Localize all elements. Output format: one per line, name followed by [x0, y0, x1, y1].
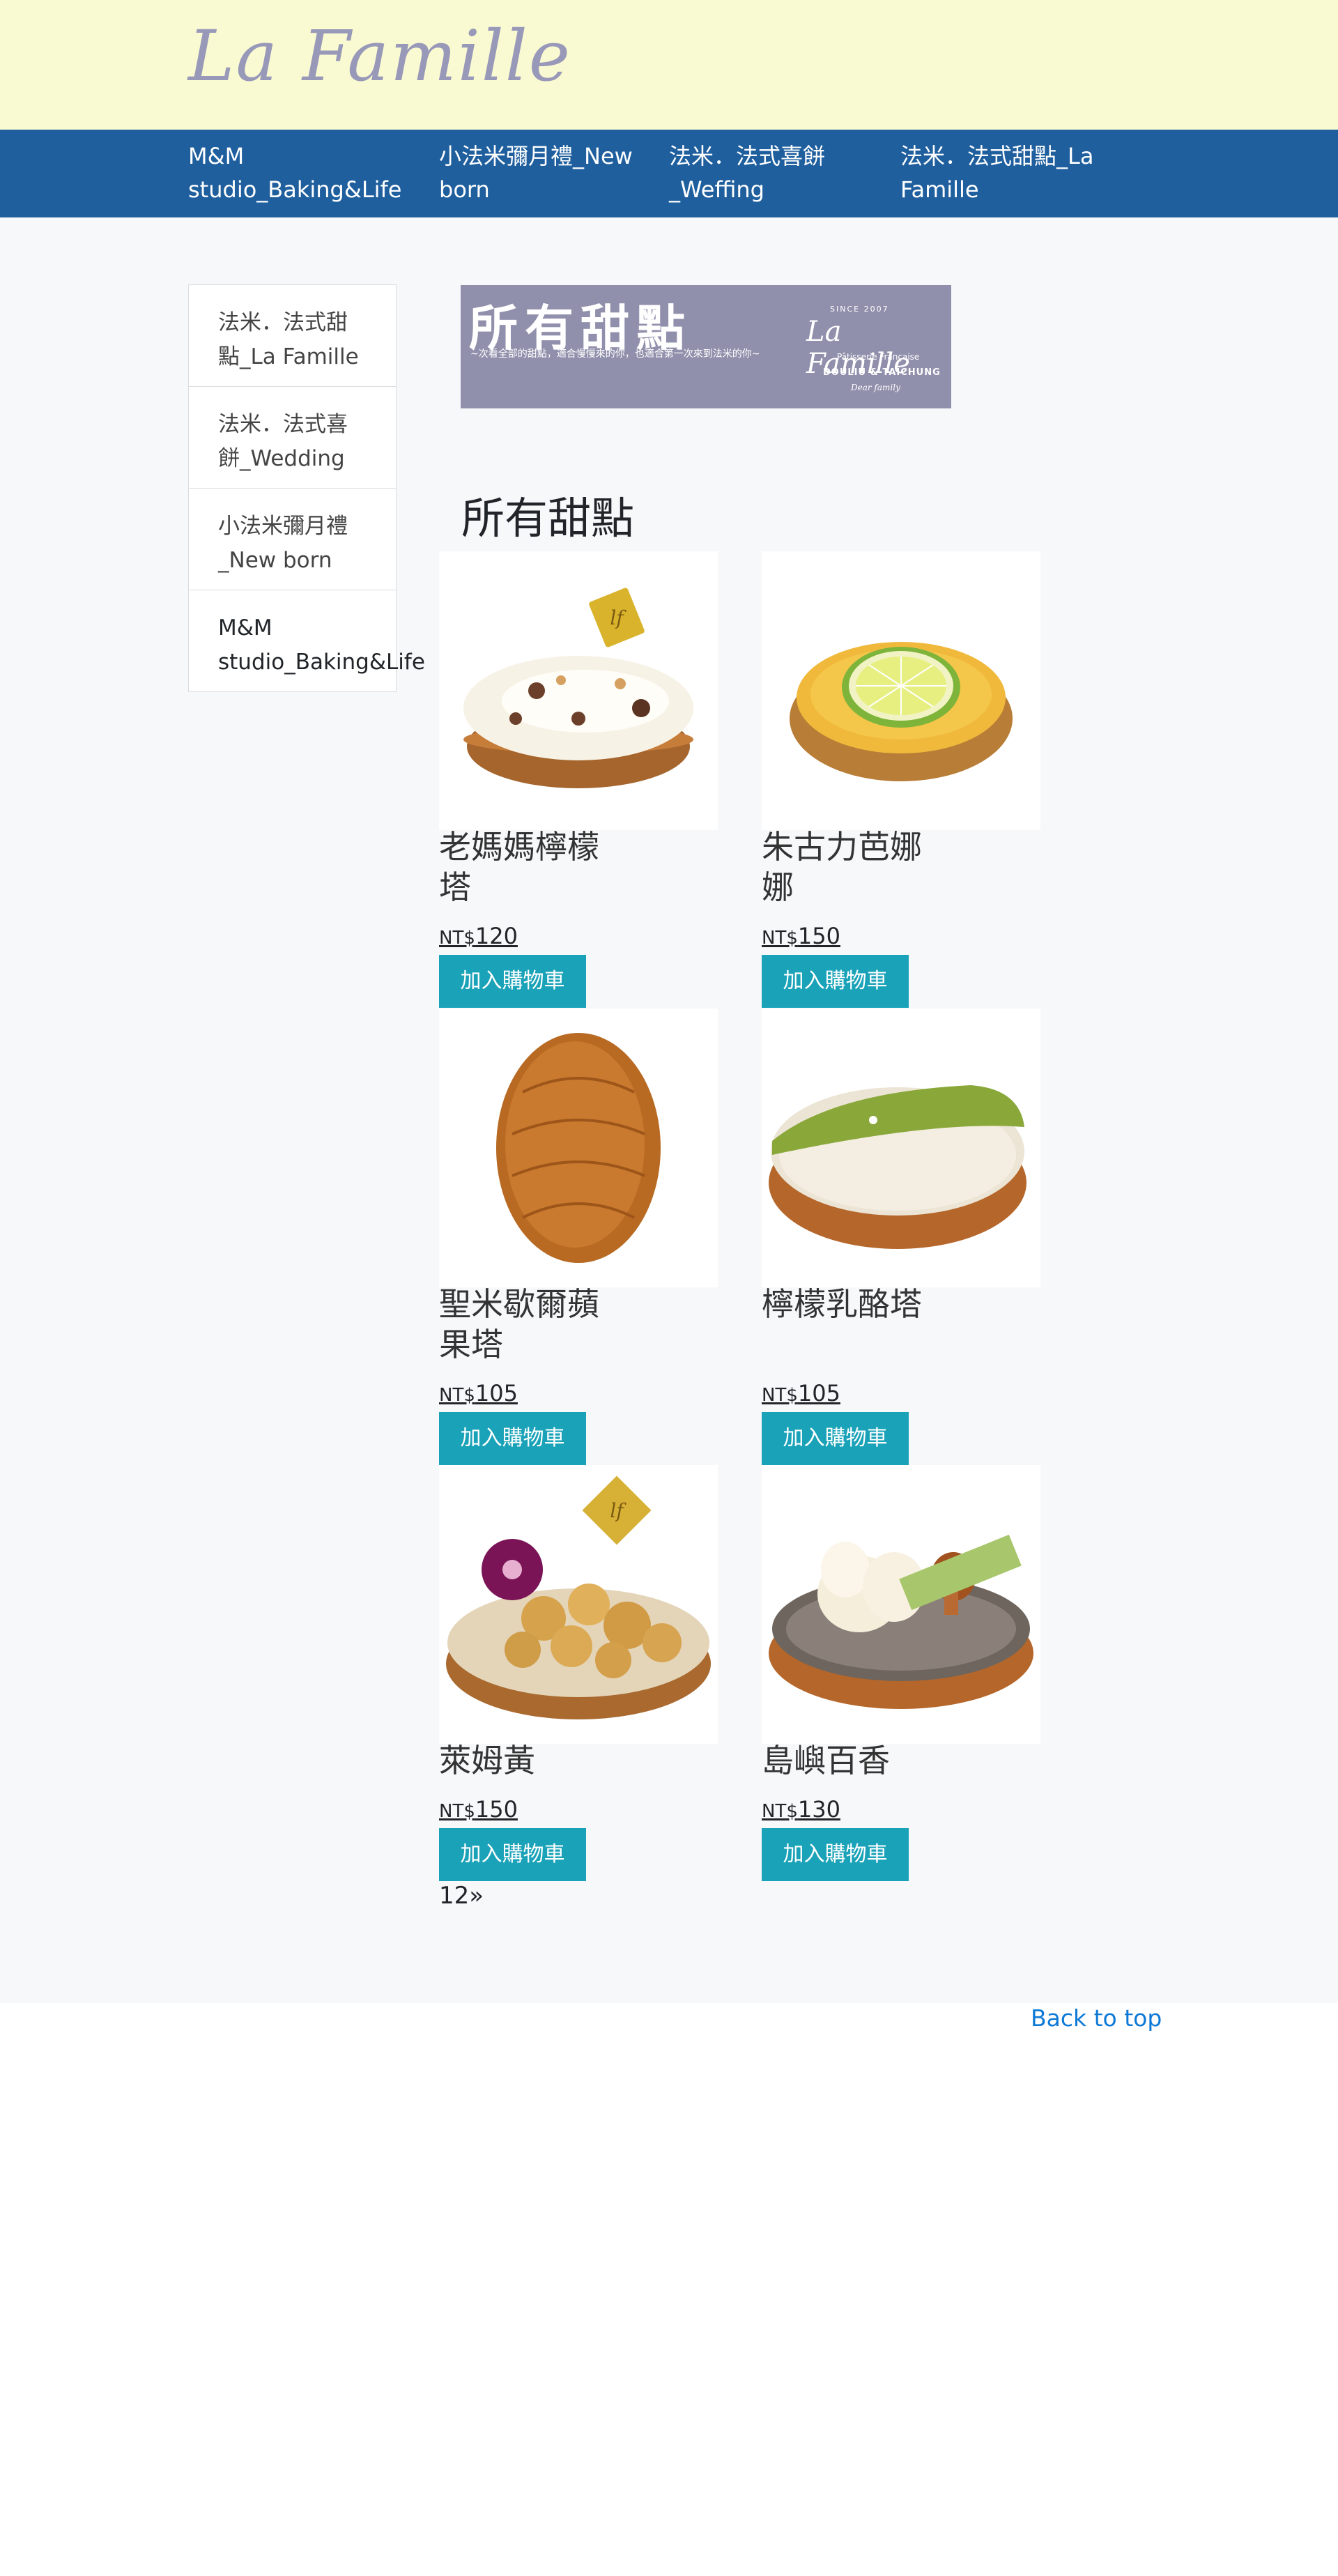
product-card: 聖米歇爾蘋果塔 NT$105 加入購物車 [439, 1009, 718, 1469]
add-to-cart-button[interactable]: 加入購物車 [439, 955, 586, 1008]
product-image[interactable]: lf [439, 551, 718, 830]
product-name[interactable]: 聖米歇爾蘋果塔 [439, 1284, 613, 1365]
currency-label: NT$ [439, 1385, 475, 1406]
price-value: 130 [797, 1796, 840, 1823]
product-name[interactable]: 檸檬乳酪塔 [762, 1284, 936, 1324]
add-to-cart-button[interactable]: 加入購物車 [439, 1412, 586, 1465]
price-value: 150 [475, 1796, 518, 1823]
site-logo[interactable]: La Famille [188, 15, 571, 97]
nav-item-new-born[interactable]: 小法米彌月禮_New born [439, 139, 648, 206]
price-value: 120 [475, 923, 518, 949]
product-image[interactable]: lf [439, 1465, 718, 1744]
nav-item-mm-studio[interactable]: M&M studio_Baking&Life [188, 139, 411, 206]
product-card: 檸檬乳酪塔 NT$105 加入購物車 [762, 1009, 1040, 1469]
product-card: 朱古力芭娜娜 NT$150 加入購物車 [762, 551, 1040, 1011]
add-to-cart-button[interactable]: 加入購物車 [762, 955, 909, 1008]
product-price: NT$105 [762, 1380, 840, 1406]
product-card: lf 萊姆黃 NT$150 加入購物車 [439, 1465, 718, 1883]
product-name[interactable]: 萊姆黃 [439, 1740, 613, 1781]
add-to-cart-button[interactable]: 加入購物車 [762, 1828, 909, 1881]
product-image[interactable] [439, 1009, 718, 1287]
banner-dear: Dear family [851, 383, 900, 392]
currency-label: NT$ [439, 928, 475, 949]
product-price: NT$150 [439, 1796, 518, 1823]
sidebar-item-mm-studio[interactable]: M&M studio_Baking&Life [188, 590, 425, 692]
product-price: NT$120 [439, 923, 518, 949]
pagination[interactable]: 12» [439, 1882, 484, 1910]
banner-patisserie: Pâtisserie Française [837, 352, 920, 362]
section-title: 所有甜點 [461, 493, 635, 544]
price-value: 105 [797, 1380, 840, 1406]
main-navbar: M&M studio_Baking&Life 小法米彌月禮_New born 法… [0, 130, 1338, 217]
product-image[interactable] [762, 551, 1040, 830]
back-to-top-link[interactable]: Back to top [1031, 2004, 1162, 2032]
product-name[interactable]: 朱古力芭娜娜 [762, 827, 936, 907]
product-card: 島嶼百香 NT$130 加入購物車 [762, 1465, 1040, 1883]
product-image[interactable] [762, 1465, 1040, 1744]
product-image[interactable] [762, 1009, 1040, 1287]
banner-subtitle: ~次看全部的甜點，適合慢慢來的你，也適合第一次來到法米的你~ [470, 348, 760, 360]
nav-item-la-famille[interactable]: 法米．法式甜點_La Famille [900, 139, 1123, 206]
product-name[interactable]: 老媽媽檸檬塔 [439, 827, 613, 907]
currency-label: NT$ [439, 1801, 475, 1822]
product-price: NT$130 [762, 1796, 840, 1823]
add-to-cart-button[interactable]: 加入購物車 [439, 1828, 586, 1881]
currency-label: NT$ [762, 928, 798, 949]
product-name[interactable]: 島嶼百香 [762, 1740, 936, 1781]
product-card: lf 老媽媽檸檬塔 NT$120 加入購物車 [439, 551, 718, 1011]
nav-item-wedding[interactable]: 法米．法式喜餅_Weffing [669, 139, 864, 206]
category-sidebar: 法米．法式甜點_La Famille 法米．法式喜餅_Wedding 小法米彌月… [188, 284, 425, 692]
sidebar-item-wedding[interactable]: 法米．法式喜餅_Wedding [188, 386, 397, 489]
banner-location: DOULIU & TAICHUNG [823, 367, 941, 378]
currency-label: NT$ [762, 1385, 798, 1406]
site-header: La Famille [0, 0, 1338, 130]
price-value: 150 [797, 923, 840, 949]
sidebar-item-new-born[interactable]: 小法米彌月禮_New born [188, 488, 397, 590]
banner-since: SINCE 2007 [830, 305, 889, 314]
add-to-cart-button[interactable]: 加入購物車 [762, 1412, 909, 1465]
product-price: NT$105 [439, 1380, 518, 1406]
price-value: 105 [475, 1380, 518, 1406]
product-price: NT$150 [762, 923, 840, 949]
sidebar-item-la-famille[interactable]: 法米．法式甜點_La Famille [188, 284, 397, 387]
category-banner: 所有甜點 ~次看全部的甜點，適合慢慢來的你，也適合第一次來到法米的你~ SINC… [461, 285, 951, 408]
currency-label: NT$ [762, 1801, 798, 1822]
